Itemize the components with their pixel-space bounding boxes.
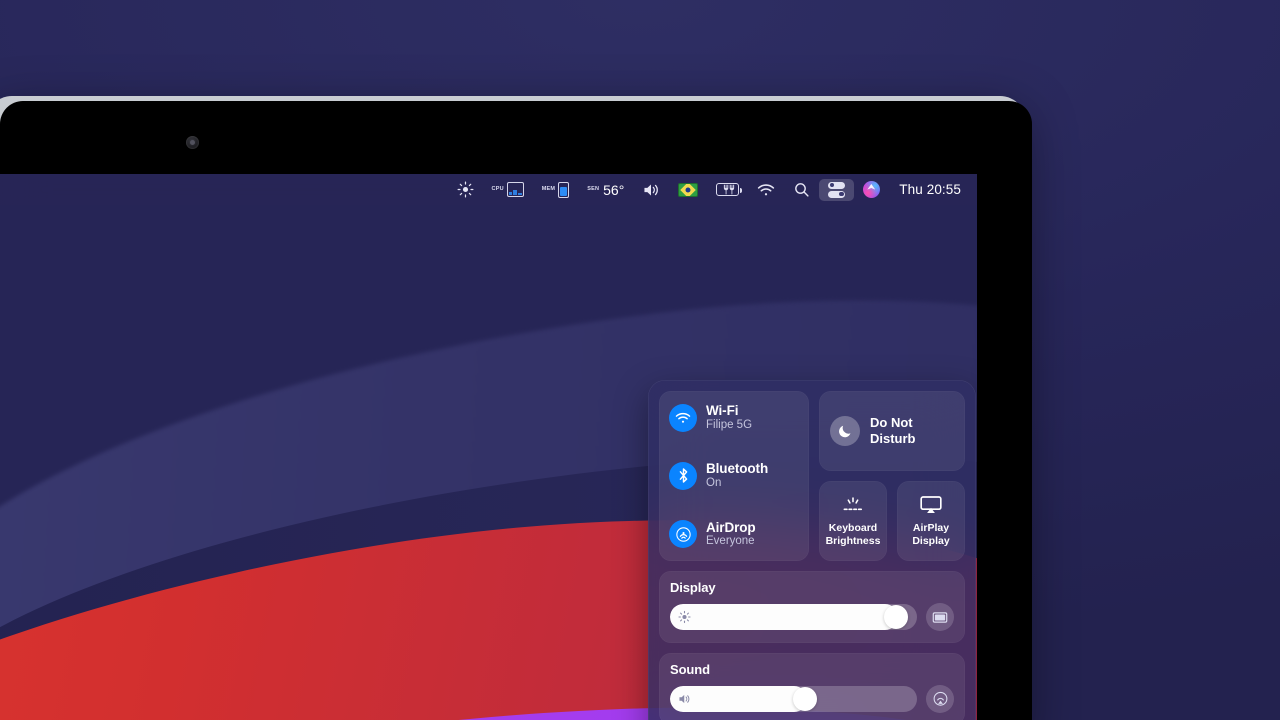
menubar-input-language-flag[interactable]: [669, 179, 707, 201]
keyboard-brightness-label-line2: Brightness: [825, 534, 881, 547]
display-slider-fill: [670, 604, 899, 630]
display-brightness-slider[interactable]: [670, 604, 917, 630]
webcam-lens-dot: [190, 140, 195, 145]
cpu-graph-icon: [506, 182, 524, 197]
sound-volume-slider[interactable]: [670, 686, 917, 712]
menubar-memory-monitor[interactable]: MEM: [533, 179, 578, 201]
dnd-label-line1: Do Not: [870, 415, 913, 431]
brightness-icon: [678, 610, 691, 624]
wifi-subtitle: Filipe 5G: [706, 418, 753, 431]
do-not-disturb-label: Do Not Disturb: [870, 415, 916, 447]
display-title: Display: [670, 580, 716, 595]
menubar-volume-icon[interactable]: [633, 179, 669, 201]
airplay-display-icon: [919, 495, 943, 515]
mem-label: MEM: [541, 185, 556, 193]
do-not-disturb-tile[interactable]: Do Not Disturb: [819, 391, 965, 471]
mem-label-text: MEM: [541, 185, 556, 192]
bluetooth-title: Bluetooth: [706, 461, 769, 477]
airdrop-subtitle: Everyone: [706, 535, 755, 548]
moon-icon: [830, 416, 860, 446]
airplay-display-tile[interactable]: AirPlay Display: [897, 481, 965, 561]
connectivity-bluetooth-text: Bluetooth On: [706, 461, 768, 490]
sound-slider-row: [670, 685, 954, 713]
control-center-panel: Wi-Fi Filipe 5G Bluetooth On AirDrop Eve…: [648, 380, 976, 720]
siri-icon: [863, 181, 881, 198]
connectivity-item-wifi[interactable]: Wi-Fi Filipe 5G: [669, 403, 799, 432]
keyboard-brightness-tile[interactable]: Keyboard Brightness: [819, 481, 887, 561]
airplay-display-label-line1: AirPlay: [912, 521, 950, 534]
sensor-label: SEN: [587, 185, 600, 193]
control-center-top-row: Wi-Fi Filipe 5G Bluetooth On AirDrop Eve…: [659, 391, 965, 561]
airdrop-icon: [669, 520, 697, 549]
bluetooth-subtitle: On: [706, 477, 722, 490]
menubar-control-center-icon[interactable]: [819, 178, 855, 201]
menubar-battery-status[interactable]: [707, 179, 748, 201]
keyboard-brightness-label: Keyboard Brightness: [826, 522, 881, 547]
sound-title: Sound: [670, 662, 710, 677]
laptop-screen: CPU MEM SEN 56° Thu 20:55 Wi-Fi Filipe 5…: [0, 174, 977, 720]
menubar-cpu-monitor[interactable]: CPU: [483, 179, 533, 201]
display-monitor-button[interactable]: [926, 603, 954, 631]
display-slider-knob[interactable]: [884, 605, 909, 629]
cpu-label: CPU: [491, 185, 504, 193]
menubar-wifi-icon[interactable]: [748, 179, 784, 201]
keyboard-brightness-label-line1: Keyboard: [828, 521, 878, 534]
airplay-audio-button[interactable]: [926, 685, 954, 713]
connectivity-item-airdrop[interactable]: AirDrop Everyone: [669, 520, 799, 549]
menubar-clock[interactable]: Thu 20:55: [889, 179, 967, 201]
cpu-label-text: CPU: [491, 185, 504, 192]
menu-bar: CPU MEM SEN 56° Thu 20:55: [0, 174, 977, 205]
menubar-sensor-temperature[interactable]: SEN 56°: [578, 179, 633, 201]
menubar-brightness-icon[interactable]: [448, 179, 483, 201]
connectivity-wifi-text: Wi-Fi Filipe 5G: [706, 403, 752, 432]
control-center-mini-tiles-row: Keyboard Brightness AirPlay Display: [819, 481, 965, 561]
sound-tile: Sound: [659, 653, 965, 720]
display-slider-row: [670, 603, 954, 631]
brazil-flag-icon: [678, 182, 699, 197]
airdrop-title: AirDrop: [706, 519, 756, 535]
connectivity-tile: Wi-Fi Filipe 5G Bluetooth On AirDrop Eve…: [659, 391, 809, 561]
menubar-spotlight-search-icon[interactable]: [784, 179, 819, 201]
temperature-value: 56°: [603, 181, 625, 198]
speaker-icon: [678, 693, 692, 705]
sensor-label-text: SEN: [587, 185, 600, 192]
sound-slider-knob[interactable]: [792, 687, 817, 711]
control-center-right-column: Do Not Disturb Keyboard Brightness AirPl…: [819, 391, 965, 561]
display-tile: Display: [659, 571, 965, 643]
connectivity-item-bluetooth[interactable]: Bluetooth On: [669, 461, 799, 490]
wifi-title: Wi-Fi: [706, 403, 739, 418]
control-center-icon: [828, 181, 846, 198]
memory-gauge-icon: [558, 181, 570, 198]
wifi-icon: [669, 403, 697, 432]
bluetooth-icon: [669, 461, 697, 490]
dnd-label-line2: Disturb: [870, 431, 916, 446]
airplay-display-label-line2: Display: [912, 534, 950, 547]
airplay-display-label: AirPlay Display: [912, 522, 949, 547]
battery-charging-icon: [716, 183, 743, 196]
keyboard-brightness-icon: [840, 495, 866, 515]
connectivity-airdrop-text: AirDrop Everyone: [706, 520, 756, 549]
menubar-siri-icon[interactable]: [854, 179, 889, 201]
